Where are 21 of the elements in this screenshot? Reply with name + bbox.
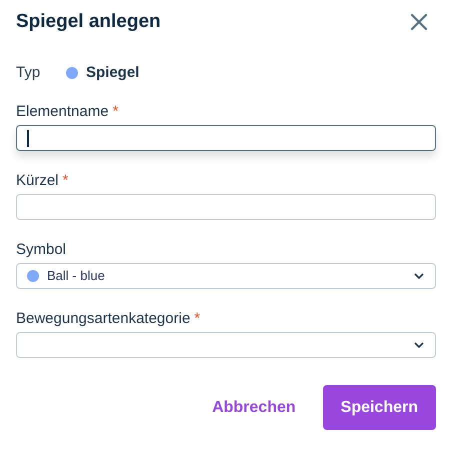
required-mark: * xyxy=(62,170,68,191)
close-button[interactable] xyxy=(408,11,430,33)
field-label: Elementname xyxy=(16,102,109,122)
required-mark: * xyxy=(112,102,118,122)
text-cursor xyxy=(27,130,28,146)
field-label: Kürzel xyxy=(16,170,59,191)
cancel-button[interactable]: Abbrechen xyxy=(212,385,296,430)
input-field[interactable] xyxy=(16,125,436,151)
dialog-title: Spiegel anlegen xyxy=(16,10,161,34)
select-value: Ball - blue xyxy=(47,267,105,286)
save-button[interactable]: Speichern xyxy=(322,385,436,430)
required-mark: * xyxy=(194,308,200,329)
type-label: Typ xyxy=(16,62,42,83)
select-field[interactable] xyxy=(16,332,436,358)
chevron-down-icon xyxy=(413,341,425,349)
chevron-down-icon xyxy=(413,272,425,280)
field-label: Symbol xyxy=(16,240,66,260)
select-field[interactable]: Ball - blue xyxy=(16,263,436,289)
close-icon xyxy=(410,13,428,31)
field-label: Bewegungsartenkategorie xyxy=(16,308,190,329)
type-value: Spiegel xyxy=(86,62,140,83)
